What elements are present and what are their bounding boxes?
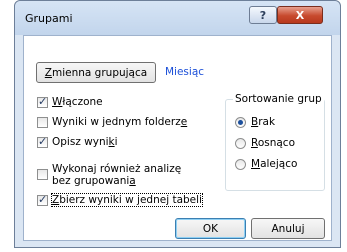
describe-results-checkbox[interactable] [37,135,48,148]
help-button[interactable]: ? [249,6,277,24]
sort-ascending-label: Rosnąco [251,137,296,149]
dialog-content: Zmienna grupująca Miesiąc Włączone Wynik… [23,35,332,241]
sort-ascending-option[interactable]: Rosnąco [235,137,295,149]
single-table-checkbox[interactable] [37,193,48,206]
grouping-variable-button[interactable]: Zmienna grupująca [36,62,156,83]
ungrouped-analysis-checkbox-row[interactable]: Wykonaj również analizę bez grupowania [37,163,181,187]
close-button[interactable]: X [277,6,323,24]
sort-groups-box: Sortowanie grup Brak Rosnąco Malejąco [225,93,325,191]
enabled-checkbox[interactable] [37,95,48,108]
sort-none-radio[interactable] [235,116,246,128]
sort-descending-radio[interactable] [235,158,246,170]
grouping-variable-button-label: Zmienna grupująca [44,66,148,79]
ok-button[interactable]: OK [175,218,246,239]
describe-results-checkbox-row[interactable]: Opisz wyniki [37,135,118,148]
ungrouped-analysis-checkbox-label: Wykonaj również analizę bez grupowania [52,163,182,187]
sort-groups-title: Sortowanie grup [233,93,324,105]
help-icon: ? [259,8,267,22]
close-icon: X [295,8,305,22]
grupami-dialog: Grupami ? X Zmienna grupująca Miesiąc Wł… [14,0,341,248]
sort-ascending-radio[interactable] [235,137,246,149]
describe-results-checkbox-label: Opisz wyniki [52,136,118,148]
cancel-button[interactable]: Anuluj [251,218,325,239]
single-folder-checkbox[interactable] [37,117,48,128]
title-bar[interactable]: Grupami ? X [15,1,340,35]
sort-descending-label: Malejąco [251,158,298,170]
single-folder-checkbox-label: Wyniki w jednym folderze [52,116,188,128]
single-table-checkbox-row[interactable]: Zbierz wyniki w jednej tabeli [37,193,203,207]
single-table-checkbox-label: Zbierz wyniki w jednej tabeli [51,193,203,207]
grouping-variable-value: Miesiąc [165,66,205,78]
enabled-checkbox-label: Włączone [52,96,103,108]
window-title: Grupami [25,12,73,25]
sort-none-option[interactable]: Brak [235,116,275,128]
enabled-checkbox-row[interactable]: Włączone [37,95,103,108]
ungrouped-analysis-checkbox[interactable] [37,169,48,180]
single-folder-checkbox-row[interactable]: Wyniki w jednym folderze [37,116,187,128]
sort-descending-option[interactable]: Malejąco [235,158,297,170]
sort-none-label: Brak [251,116,276,128]
